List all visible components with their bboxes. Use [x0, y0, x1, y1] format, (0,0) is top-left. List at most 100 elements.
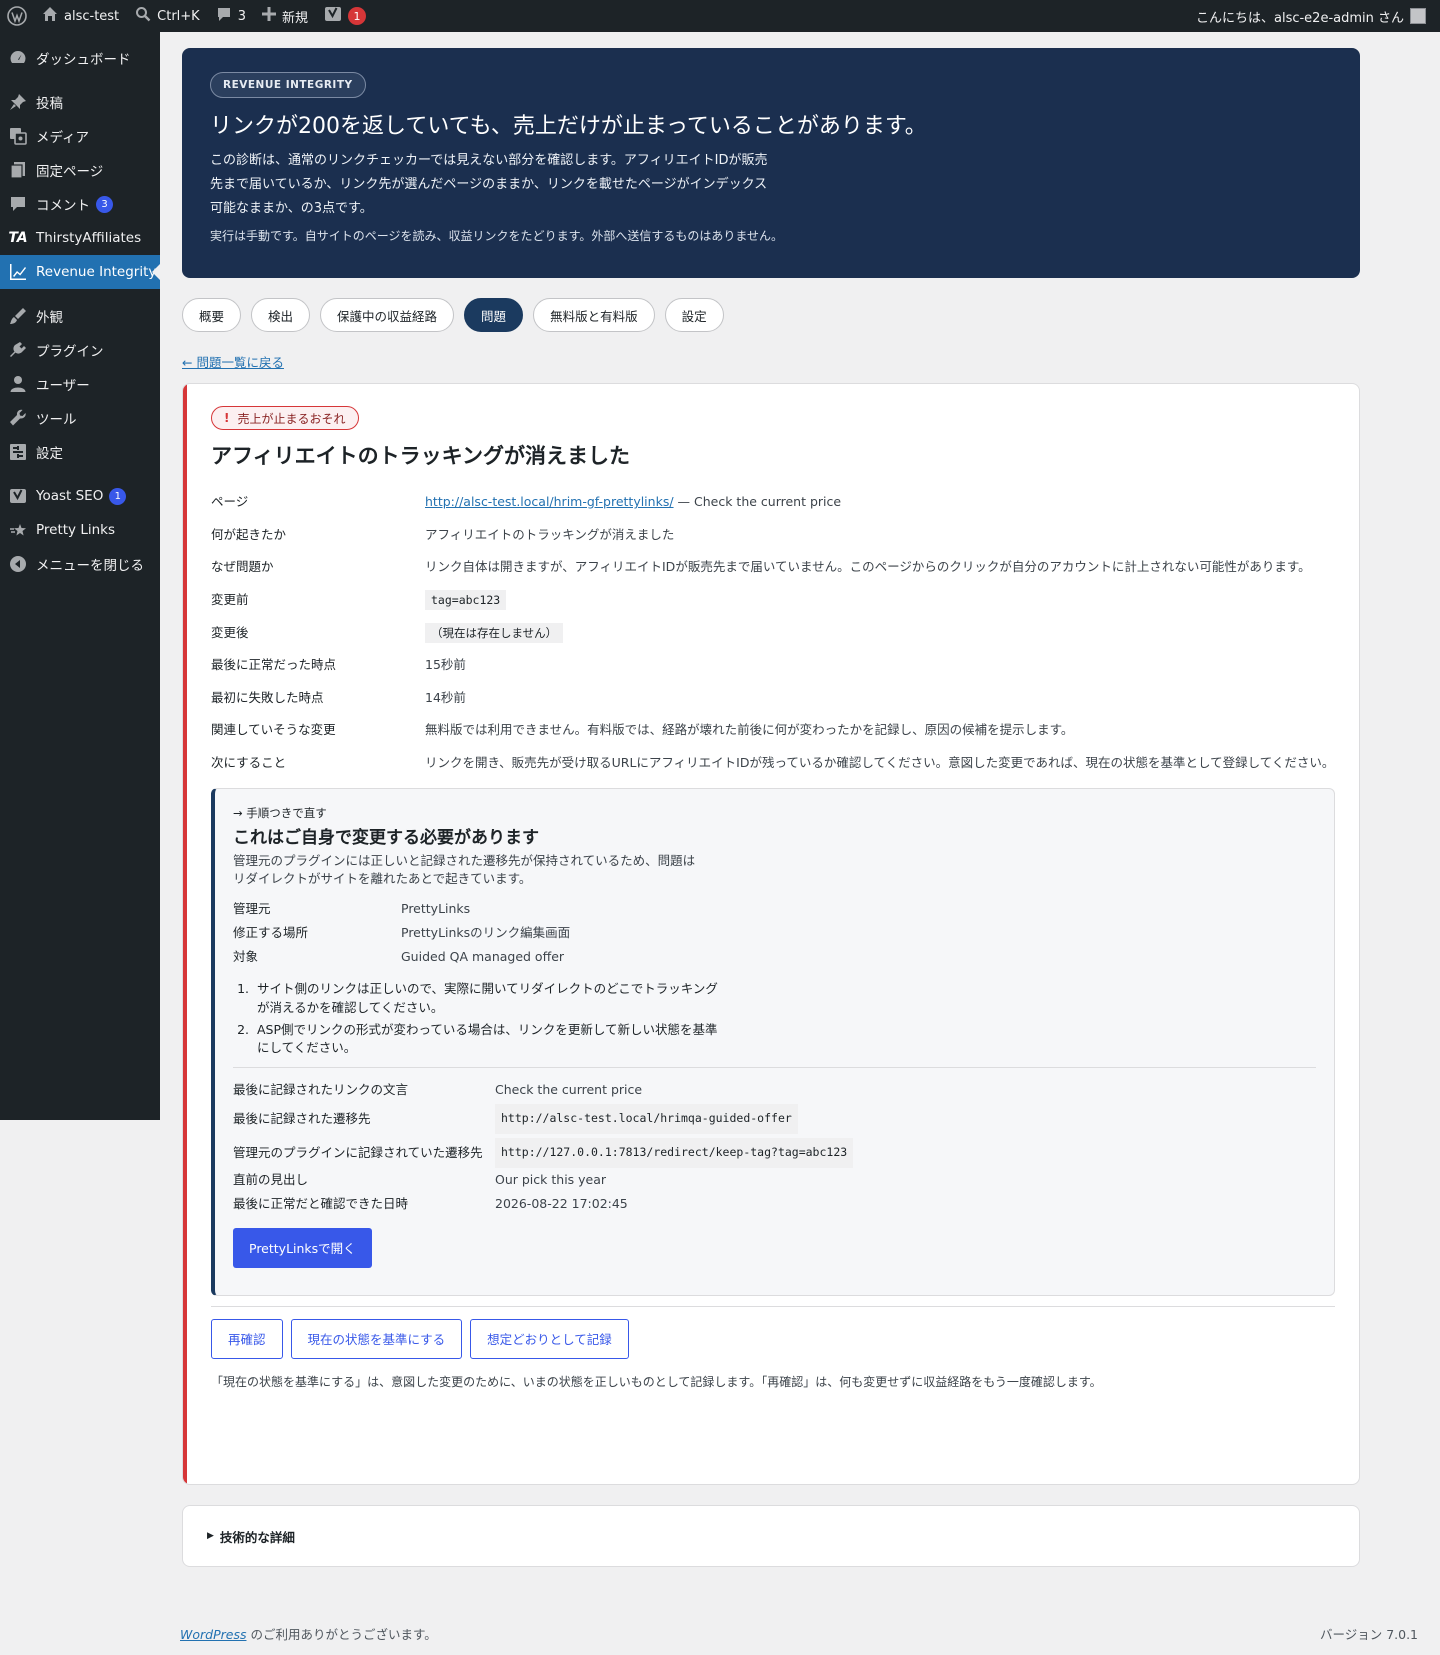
tab-protected-paths[interactable]: 保護中の収益経路 — [320, 298, 455, 332]
sidebar-item-posts[interactable]: 投稿 — [0, 85, 160, 119]
issue-card: ! 売上が止まるおそれ アフィリエイトのトラッキングが消えました ページ htt… — [182, 383, 1360, 1485]
sidebar-item-users[interactable]: ユーザー — [0, 367, 160, 401]
sidebar-item-media[interactable]: メディア — [0, 119, 160, 153]
detail-label: 何が起きたか — [211, 526, 287, 542]
kv-value: PrettyLinks — [401, 901, 471, 917]
wrench-icon — [8, 408, 28, 428]
plugin-destination-url: http://127.0.0.1:7813/redirect/keep-tag?… — [495, 1137, 854, 1168]
disclosure-triangle-icon: ▶ — [207, 1531, 214, 1541]
sidebar-item-label: ThirstyAffiliates — [36, 230, 142, 246]
hero-lead: この診断は、通常のリンクチェッカーでは見えない部分を確認します。アフィリエイトI… — [210, 152, 768, 216]
tab-detection[interactable]: 検出 — [251, 298, 311, 332]
guide-kicker: → 手順つきで直す — [233, 805, 327, 820]
collapse-icon — [8, 554, 28, 574]
sidebar-item-label: プラグイン — [36, 344, 104, 360]
sidebar-item-label: 設定 — [36, 446, 63, 462]
plus-icon — [262, 7, 276, 25]
sidebar-item-settings[interactable]: 設定 — [0, 435, 160, 469]
kv-label: 対象 — [233, 948, 259, 964]
sidebar-item-revenue-integrity[interactable]: Revenue Integrity — [0, 255, 160, 289]
detail-row-related: 関連していそうな変更 無料版では利用できません。有料版では、経路が壊れた前後に何… — [211, 720, 1335, 741]
kv-label: 直前の見出し — [233, 1171, 309, 1187]
tab-issues[interactable]: 問題 — [464, 298, 524, 332]
before-value: tag=abc123 — [425, 589, 507, 610]
detail-label: なぜ問題か — [211, 559, 274, 575]
tab-settings[interactable]: 設定 — [664, 298, 724, 332]
sidebar-item-appearance[interactable]: 外観 — [0, 299, 160, 333]
issue-title: アフィリエイトのトラッキングが消えました — [211, 444, 630, 468]
technical-details-toggle[interactable]: ▶ 技術的な詳細 — [182, 1505, 1360, 1567]
sidebar-item-label: ユーザー — [36, 378, 90, 394]
sidebar-item-label: 投稿 — [36, 96, 63, 112]
sidebar-item-label: コメント — [36, 198, 90, 214]
ta-logo: TA — [8, 230, 28, 246]
page-url-link[interactable]: http://alsc-test.local/hrim-gf-prettylin… — [425, 494, 674, 509]
guide-where-row: 修正する場所 PrettyLinksのリンク編集画面 — [233, 921, 1316, 945]
sidebar-item-label: メニューを閉じる — [36, 558, 144, 574]
detail-value: リンク自体は開きますが、アフィリエイトIDが販売先まで届いていません。このページ… — [425, 559, 1311, 575]
detail-label: 最初に失敗した時点 — [211, 689, 324, 705]
yoast-menu[interactable]: 1 — [316, 0, 374, 32]
wordpress-logo-icon[interactable] — [0, 0, 34, 32]
sidebar-item-label: Revenue Integrity — [36, 264, 157, 280]
site-name-menu[interactable]: alsc-test — [34, 0, 127, 32]
sidebar-item-yoast-seo[interactable]: Yoast SEO 1 — [0, 479, 160, 513]
technical-details-label: 技術的な詳細 — [219, 1529, 295, 1545]
sidebar-item-thirstyaffiliates[interactable]: TA ThirstyAffiliates — [0, 221, 160, 255]
tab-free-vs-pro[interactable]: 無料版と有料版 — [533, 298, 655, 332]
sidebar-collapse-menu[interactable]: メニューを閉じる — [0, 547, 160, 581]
detail-value: リンクを開き、販売先が受け取るURLにアフィリエイトIDが残っているか確認してく… — [425, 755, 1335, 770]
preceding-heading-row: 直前の見出し Our pick this year — [233, 1168, 1316, 1192]
comment-icon — [8, 194, 28, 214]
last-verified-row: 最後に正常だと確認できた日時 2026-08-22 17:02:45 — [233, 1192, 1316, 1216]
guide-target-row: 対象 Guided QA managed offer — [233, 945, 1316, 969]
yoast-notification-count: 1 — [348, 7, 367, 25]
admin-bar: alsc-test Ctrl+K 3 新規 1 こんにちは、alsc-e2e-a… — [0, 0, 1440, 32]
sidebar-item-tools[interactable]: ツール — [0, 401, 160, 435]
hero-banner: REVENUE INTEGRITY リンクが200を返していても、売上だけが止ま… — [182, 48, 1360, 278]
admin-sidebar: ダッシュボード 投稿 メディア 固定ページ コメント 3 TA ThirstyA… — [0, 32, 160, 1120]
open-in-prettylinks-button[interactable]: PrettyLinksで開く — [233, 1227, 372, 1268]
detail-label: 変更前 — [211, 591, 249, 607]
sidebar-item-dashboard[interactable]: ダッシュボード — [0, 41, 160, 75]
mark-expected-button[interactable]: 想定どおりとして記録 — [470, 1318, 629, 1359]
footer-version: バージョン 7.0.1 — [1319, 1627, 1418, 1642]
detail-label: 次にすること — [211, 755, 287, 770]
recheck-button[interactable]: 再確認 — [211, 1318, 283, 1359]
kv-label: 管理元のプラグインに記録されていた遷移先 — [233, 1144, 483, 1160]
sidebar-item-pretty-links[interactable]: Pretty Links — [0, 513, 160, 547]
chart-icon — [8, 262, 28, 282]
sidebar-item-label: ダッシュボード — [36, 52, 131, 68]
issue-actions: 再確認 現在の状態を基準にする 想定どおりとして記録 — [211, 1305, 1335, 1359]
kv-value: PrettyLinksのリンク編集画面 — [401, 924, 571, 940]
alert-icon: ! — [224, 411, 230, 425]
fix-step: ASP側でリンクの形式が変わっている場合は、リンクを更新して新しい状態を基準にし… — [253, 1021, 723, 1057]
back-to-issues-link[interactable]: ← 問題一覧に戻る — [182, 352, 284, 371]
tab-overview[interactable]: 概要 — [182, 298, 242, 332]
new-content-menu[interactable]: 新規 — [254, 0, 316, 32]
fix-steps: サイト側のリンクは正しいので、実際に開いてリダイレクトのどこでトラッキングが消え… — [233, 980, 723, 1057]
sidebar-item-comments[interactable]: コメント 3 — [0, 187, 160, 221]
guided-fix-panel: → 手順つきで直す これはご自身で変更する必要があります 管理元のプラグインには… — [211, 787, 1335, 1296]
sidebar-item-label: ツール — [36, 412, 77, 428]
hero-pill: REVENUE INTEGRITY — [210, 72, 366, 98]
sidebar-item-pages[interactable]: 固定ページ — [0, 153, 160, 187]
kv-label: 最後に記録されたリンクの文言 — [233, 1082, 409, 1097]
user-icon — [8, 374, 28, 394]
comments-count-badge: 3 — [96, 195, 113, 213]
command-palette-button[interactable]: Ctrl+K — [127, 0, 208, 32]
comments-menu[interactable]: 3 — [208, 0, 254, 32]
new-label: 新規 — [282, 10, 309, 26]
detail-row-why: なぜ問題か リンク自体は開きますが、アフィリエイトIDが販売先まで届いていません… — [211, 557, 1335, 578]
page-anchor-text: — Check the current price — [677, 494, 842, 509]
kv-value: Guided QA managed offer — [401, 948, 565, 964]
account-menu[interactable]: こんにちは、alsc-e2e-admin さん — [1196, 7, 1440, 26]
greeting: こんにちは、alsc-e2e-admin さん — [1195, 10, 1404, 26]
set-baseline-button[interactable]: 現在の状態を基準にする — [290, 1318, 463, 1359]
severity-label: 売上が止まるおそれ — [237, 411, 346, 426]
plugin-icon — [8, 340, 28, 360]
sidebar-item-plugins[interactable]: プラグイン — [0, 333, 160, 367]
detail-row-last-ok: 最後に正常だった時点 15秒前 — [211, 655, 1335, 676]
wordpress-link[interactable]: WordPress — [180, 1627, 246, 1642]
sidebar-item-label: 外観 — [36, 310, 63, 326]
